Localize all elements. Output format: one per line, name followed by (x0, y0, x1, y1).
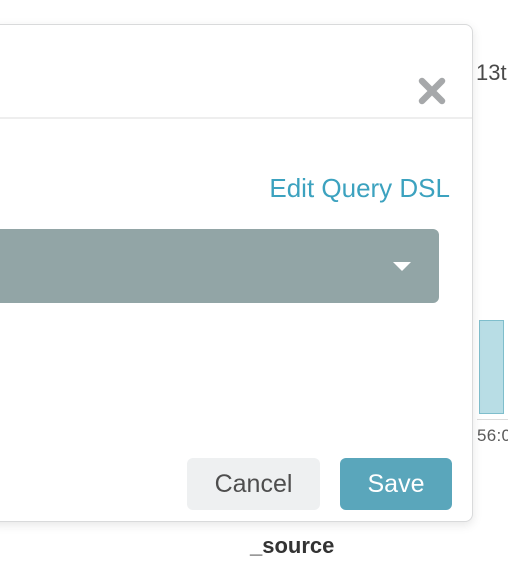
cancel-button[interactable]: Cancel (187, 458, 320, 510)
bg-source-label: _source (250, 533, 334, 559)
modal-header (0, 25, 472, 119)
bg-axis-label: 56:0 (477, 426, 508, 446)
edit-query-dsl-link[interactable]: Edit Query DSL (269, 173, 450, 204)
bg-axis-line (477, 419, 508, 420)
filter-modal: Edit Query DSL Cancel Save (0, 24, 473, 522)
close-button[interactable] (414, 73, 450, 109)
field-select[interactable] (0, 229, 439, 303)
bg-date-fragment: 13th (476, 60, 508, 86)
modal-footer: Cancel Save (0, 447, 472, 521)
bg-chart-bar (479, 320, 504, 414)
save-button[interactable]: Save (340, 458, 452, 510)
chevron-down-icon (393, 262, 411, 271)
close-icon (417, 76, 447, 106)
bg-chart-fragment: 56:0 (477, 320, 508, 446)
